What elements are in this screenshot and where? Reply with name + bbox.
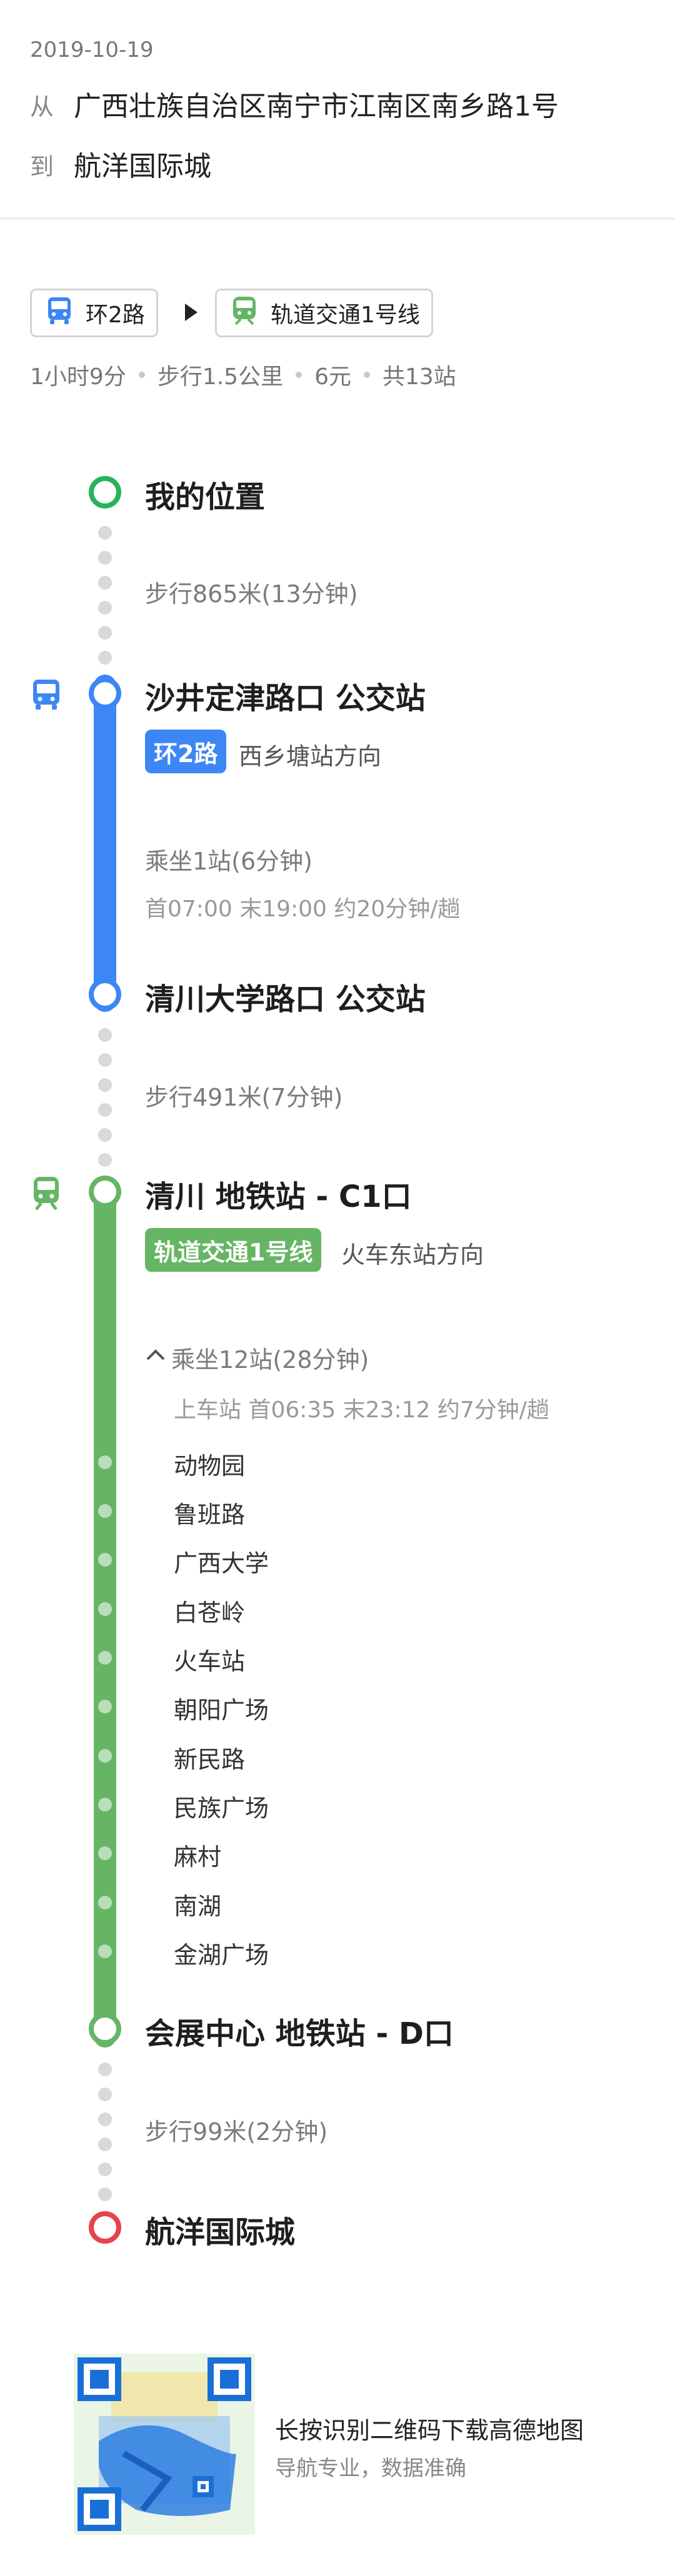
- bus-line-badge[interactable]: 环2路: [145, 730, 227, 773]
- metro-stop: 广西大学: [174, 1550, 269, 1577]
- metro-alight-station[interactable]: 会展中心 地铁站 - D口: [145, 2009, 454, 2053]
- metro-stop: 金湖广场: [174, 1941, 269, 1969]
- summary-fare: 6元: [314, 364, 351, 390]
- bus-icon: [43, 294, 76, 332]
- from-label: 从: [30, 93, 54, 121]
- from-address: 广西壮族自治区南宁市江南区南乡路1号: [74, 91, 559, 122]
- metro-stop: 朝阳广场: [174, 1697, 269, 1724]
- metro-line-badge[interactable]: 轨道交通1号线: [145, 1228, 322, 1272]
- walk-step-2[interactable]: 步行491米(7分钟): [145, 1078, 342, 1112]
- bus-alight-node: [89, 978, 121, 1011]
- qr-code[interactable]: [74, 2354, 255, 2535]
- summary-walk: 步行1.5公里: [157, 364, 284, 390]
- to-label: 到: [30, 153, 54, 181]
- end-node: [89, 2211, 121, 2244]
- route-chip-metro-label: 轨道交通1号线: [271, 302, 420, 328]
- route-summary: 1小时9分 步行1.5公里 6元 共13站: [30, 359, 456, 391]
- header-divider: [0, 217, 675, 220]
- metro-stop: 南湖: [174, 1893, 222, 1920]
- metro-board-node: [89, 1176, 121, 1208]
- metro-icon: [28, 1174, 65, 1214]
- metro-direction: 火车东站方向: [341, 1241, 484, 1269]
- promo-title: 长按识别二维码下载高德地图: [275, 2417, 584, 2444]
- route-chip-bus-label: 环2路: [86, 302, 145, 328]
- summary-duration: 1小时9分: [30, 364, 126, 390]
- metro-stop: 火车站: [174, 1648, 246, 1675]
- end-location: 航洋国际城: [145, 2215, 296, 2250]
- route-date: 2019-10-19: [30, 37, 154, 62]
- start-node: [89, 476, 121, 508]
- separator-dot: [138, 372, 145, 378]
- chevron-up-icon[interactable]: [145, 1345, 166, 1367]
- metro-board-station[interactable]: 清川 地铁站 - C1口: [145, 1172, 412, 1216]
- separator-dot: [296, 372, 302, 378]
- metro-stop: 白苍岭: [174, 1599, 246, 1627]
- metro-stop: 新民路: [174, 1746, 246, 1773]
- metro-alight-node: [89, 2013, 121, 2045]
- bus-icon: [28, 676, 65, 716]
- metro-ride-toggle[interactable]: 乘坐12站(28分钟): [171, 1340, 369, 1375]
- metro-stop: 鲁班路: [174, 1501, 246, 1528]
- bus-alight-station[interactable]: 清川大学路口 公交站: [145, 974, 426, 1018]
- walk-step-1[interactable]: 步行865米(13分钟): [145, 575, 358, 609]
- route-chip-metro[interactable]: 轨道交通1号线: [215, 289, 433, 337]
- promo-subtitle: 导航专业，数据准确: [275, 2456, 466, 2481]
- bus-board-node: [89, 677, 121, 710]
- bus-direction: 西乡塘站方向: [239, 743, 382, 770]
- walk-step-3[interactable]: 步行99米(2分钟): [145, 2113, 328, 2147]
- to-address: 航洋国际城: [74, 151, 211, 182]
- metro-stop: 民族广场: [174, 1795, 269, 1822]
- metro-icon: [228, 294, 261, 332]
- metro-stop: 动物园: [174, 1452, 246, 1480]
- bus-ride-info: 乘坐1站(6分钟): [145, 848, 313, 875]
- route-chip-bus[interactable]: 环2路: [30, 289, 158, 337]
- separator-dot: [363, 372, 370, 378]
- arrow-right-icon: [182, 302, 199, 325]
- start-location: 我的位置: [145, 480, 266, 515]
- bus-segment-line: [94, 675, 116, 1012]
- summary-stops: 共13站: [382, 364, 456, 390]
- bus-schedule: 首07:00 末19:00 约20分钟/趟: [145, 896, 461, 922]
- bus-board-station[interactable]: 沙井定津路口 公交站: [145, 673, 426, 717]
- metro-schedule: 上车站 首06:35 末23:12 约7分钟/趟: [174, 1397, 549, 1423]
- metro-stop: 麻村: [174, 1843, 222, 1871]
